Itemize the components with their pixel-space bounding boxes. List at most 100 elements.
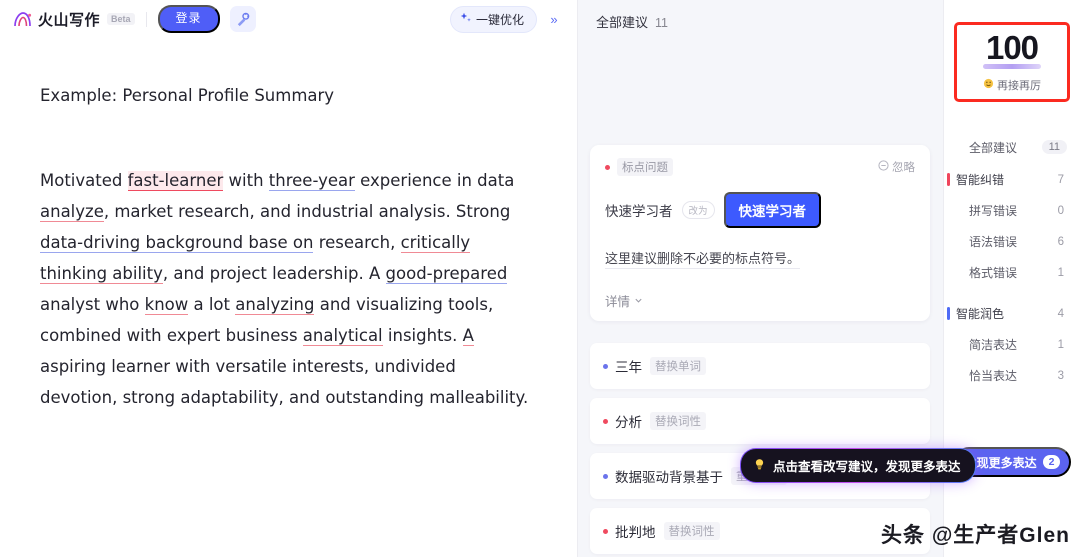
category-item-appropriate[interactable]: 恰当表达 3 xyxy=(944,360,1080,391)
score-label-text: 再接再厉 xyxy=(997,80,1041,92)
replacement-row: 快速学习者 改为 快速学习者 xyxy=(605,192,915,228)
sparkle-icon xyxy=(460,12,472,27)
smile-emoji-icon xyxy=(983,78,994,92)
discover-badge-count: 2 xyxy=(1042,455,1061,469)
magic-wand-icon[interactable] xyxy=(229,6,256,32)
error-fast-learner[interactable]: fast-learner xyxy=(127,171,224,191)
category-color-bar xyxy=(947,307,950,320)
details-expander[interactable]: 详情 xyxy=(605,291,915,310)
text-run: aspiring learner with versatile interest… xyxy=(40,357,529,407)
text-run: Motivated xyxy=(40,171,128,190)
text-run: with xyxy=(223,171,269,190)
text-run: a lot xyxy=(188,295,236,314)
editor-column: 火山写作 Beta 登录 一键优化 » Example: Personal Pr… xyxy=(0,0,578,557)
category-count: 11 xyxy=(1041,140,1067,154)
suggestion-header-label: 全部建议 xyxy=(596,15,649,30)
error-analyzing[interactable]: analyzing xyxy=(235,295,315,315)
suggestion-operation: 替换单词 xyxy=(650,357,706,375)
apply-replacement-button[interactable]: 快速学习者 xyxy=(723,192,822,228)
severity-dot-icon xyxy=(603,473,608,479)
suggestion-word: 分析 xyxy=(615,415,642,430)
category-count: 0 xyxy=(1057,204,1064,217)
polish-three-year[interactable]: three-year xyxy=(268,171,355,191)
severity-dot-icon xyxy=(603,363,608,369)
category-item-spelling[interactable]: 拼写错误 0 xyxy=(944,195,1080,226)
category-color-bar xyxy=(947,173,950,186)
score-value: 100 xyxy=(982,29,1042,69)
score-number-text: 100 xyxy=(985,29,1039,66)
category-list: 全部建议 11 智能纠错 7 拼写错误 0 语法错误 6 格式错误 1 智能润色… xyxy=(944,130,1080,391)
category-item-proofread[interactable]: 智能纠错 7 xyxy=(944,164,1080,195)
suggestion-header-count: 11 xyxy=(655,16,668,30)
suggestion-word: 数据驱动背景基于 xyxy=(615,470,723,485)
suggestion-card-header: 标点问题 忽略 xyxy=(605,158,915,176)
ignore-label: 忽略 xyxy=(892,162,915,174)
one-click-optimize-button[interactable]: 一键优化 xyxy=(449,5,537,33)
category-count: 1 xyxy=(1057,266,1064,279)
category-item-all[interactable]: 全部建议 11 xyxy=(944,130,1080,164)
category-label: 全部建议 xyxy=(969,140,1018,155)
text-run: research, xyxy=(313,233,401,252)
rewrite-hint-tooltip[interactable]: 点击查看改写建议，发现更多表达 xyxy=(740,448,976,483)
score-box: 100 再接再厉 xyxy=(954,22,1070,102)
category-label: 格式错误 xyxy=(969,266,1018,280)
suggestion-list-item-1[interactable]: 分析 替换词性 xyxy=(590,398,930,444)
app-root: 火山写作 Beta 登录 一键优化 » Example: Personal Pr… xyxy=(0,0,1080,557)
polish-data-driving[interactable]: data-driving background base on xyxy=(40,233,314,253)
category-item-polish[interactable]: 智能润色 4 xyxy=(944,298,1080,329)
polish-good-prepared[interactable]: good-prepared xyxy=(385,264,508,284)
suggestion-list-item-3[interactable]: 批判地 替换词性 xyxy=(590,508,930,554)
category-item-concise[interactable]: 简洁表达 1 xyxy=(944,329,1080,360)
text-run: analyst who xyxy=(40,295,145,314)
original-text: 快速学习者 xyxy=(605,204,673,219)
category-count: 7 xyxy=(1057,173,1064,186)
category-label: 智能润色 xyxy=(956,307,1005,321)
toolbar-divider xyxy=(145,11,147,27)
suggestion-word: 三年 xyxy=(615,360,642,375)
change-to-chip: 改为 xyxy=(681,201,715,219)
ignore-button[interactable]: 忽略 xyxy=(878,159,915,175)
suggestion-operation: 替换词性 xyxy=(663,522,720,540)
tooltip-text: 点击查看改写建议，发现更多表达 xyxy=(773,460,961,474)
category-label: 简洁表达 xyxy=(969,338,1018,352)
suggestion-panel-header: 全部建议 11 xyxy=(578,0,943,41)
volcano-logo-icon xyxy=(12,9,33,30)
text-run: , and project leadership. A xyxy=(162,264,386,283)
error-know[interactable]: know xyxy=(144,295,189,315)
brand-name: 火山写作 xyxy=(38,11,101,29)
suggestion-description: 这里建议删除不必要的标点符号。 xyxy=(605,248,801,269)
document-title: Example: Personal Profile Summary xyxy=(40,86,335,105)
error-analytical[interactable]: analytical xyxy=(302,326,383,346)
optimize-label: 一键优化 xyxy=(475,12,524,27)
severity-dot-icon xyxy=(603,528,608,534)
lightbulb-icon xyxy=(753,458,766,474)
category-label: 智能纠错 xyxy=(956,173,1005,187)
category-count: 6 xyxy=(1057,235,1064,248)
document-editor[interactable]: Example: Personal Profile Summary Motiva… xyxy=(0,38,577,413)
error-analyze[interactable]: analyze xyxy=(40,202,104,222)
score-underline-decoration xyxy=(982,64,1042,69)
suggestion-tag: 标点问题 xyxy=(617,158,673,176)
minus-circle-icon xyxy=(878,160,889,174)
login-button[interactable]: 登录 xyxy=(157,5,220,33)
score-caption: 再接再厉 xyxy=(983,77,1041,93)
text-run: insights. xyxy=(382,326,463,345)
category-count: 3 xyxy=(1057,369,1064,382)
category-count: 4 xyxy=(1057,307,1064,320)
category-count: 1 xyxy=(1057,338,1064,351)
category-item-format[interactable]: 格式错误 1 xyxy=(944,257,1080,288)
suggestion-card-active[interactable]: 标点问题 忽略 快速学习者 改为 快速学习者 这里建议删除不必要的标点符号。 详… xyxy=(590,145,930,321)
suggestion-operation: 替换词性 xyxy=(650,412,706,430)
chevron-down-icon xyxy=(634,294,643,308)
text-run: , market research, and industrial analys… xyxy=(103,202,511,221)
category-label: 拼写错误 xyxy=(969,204,1018,218)
text-run: experience in data xyxy=(354,171,515,190)
chevron-double-right-icon[interactable]: » xyxy=(541,6,567,32)
error-a[interactable]: A xyxy=(462,326,474,346)
category-item-grammar[interactable]: 语法错误 6 xyxy=(944,226,1080,257)
severity-dot-icon xyxy=(603,418,608,424)
suggestion-list-item-0[interactable]: 三年 替换单词 xyxy=(590,343,930,389)
details-label: 详情 xyxy=(605,295,631,309)
severity-dot-icon xyxy=(605,164,610,170)
category-label: 语法错误 xyxy=(969,235,1018,249)
